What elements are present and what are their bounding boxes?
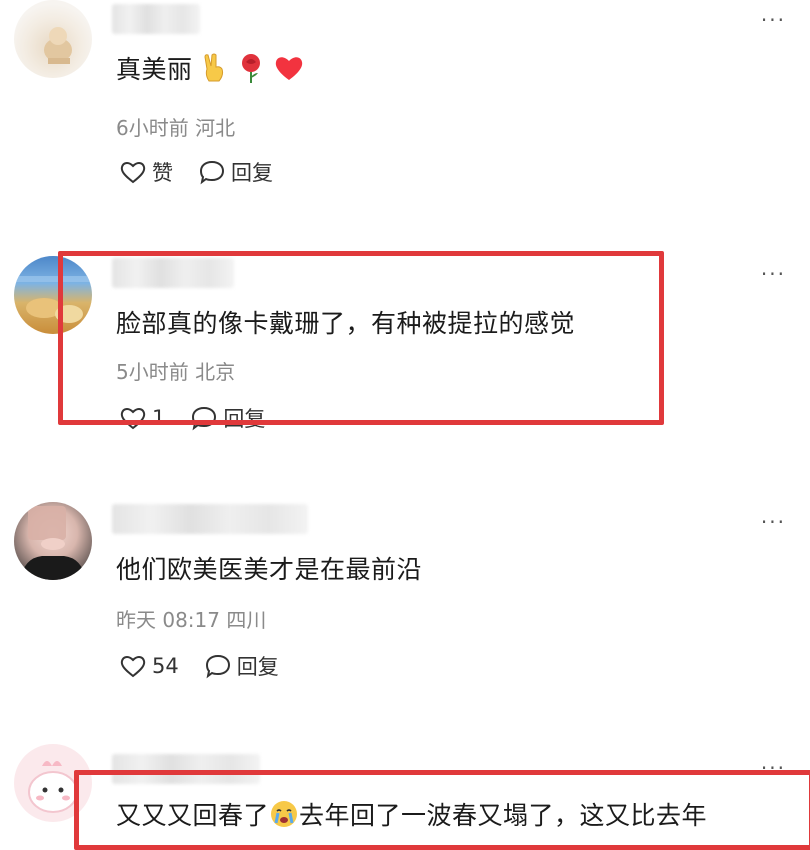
avatar-image	[44, 27, 72, 64]
comment-text: 他们欧美医美才是在最前沿	[116, 555, 423, 584]
highlight-box	[58, 251, 664, 425]
reply-label: 回复	[231, 161, 273, 185]
avatar-image	[20, 506, 86, 580]
reply-button[interactable]: 回复	[199, 157, 273, 187]
more-options-icon[interactable]: ···	[761, 512, 786, 532]
highlight-box	[74, 770, 810, 850]
like-count: 赞	[152, 161, 173, 185]
heart-outline-icon	[120, 656, 146, 678]
comment-meta: 6小时前 河北	[116, 116, 236, 140]
comment-actions: 赞 回复	[120, 156, 299, 188]
speech-bubble-icon	[199, 160, 225, 185]
comment-item: ··· 真美丽 6小时前 河北 赞 回复	[0, 0, 810, 220]
like-button[interactable]: 54	[120, 654, 179, 678]
heart-outline-icon	[120, 162, 146, 184]
like-button[interactable]: 赞	[120, 157, 173, 187]
comment-meta: 昨天 08:17 四川	[116, 608, 267, 632]
more-options-icon[interactable]: ···	[761, 10, 786, 30]
victory-hand-icon	[201, 53, 229, 89]
more-options-icon[interactable]: ···	[761, 264, 786, 284]
username-blurred[interactable]	[112, 4, 200, 34]
comment-actions: 54 回复	[120, 650, 305, 682]
reply-label: 回复	[236, 655, 279, 679]
comment-text: 真美丽	[116, 50, 304, 90]
like-count: 54	[152, 654, 179, 678]
reply-button[interactable]: 回复	[205, 651, 279, 681]
username-blurred[interactable]	[112, 504, 308, 534]
rose-icon	[237, 52, 265, 90]
avatar[interactable]	[14, 0, 92, 78]
avatar[interactable]	[14, 502, 92, 580]
comment-item: ··· 他们欧美医美才是在最前沿 昨天 08:17 四川 54 回复	[0, 498, 810, 708]
red-heart-icon	[274, 54, 304, 88]
speech-bubble-icon	[205, 654, 230, 679]
